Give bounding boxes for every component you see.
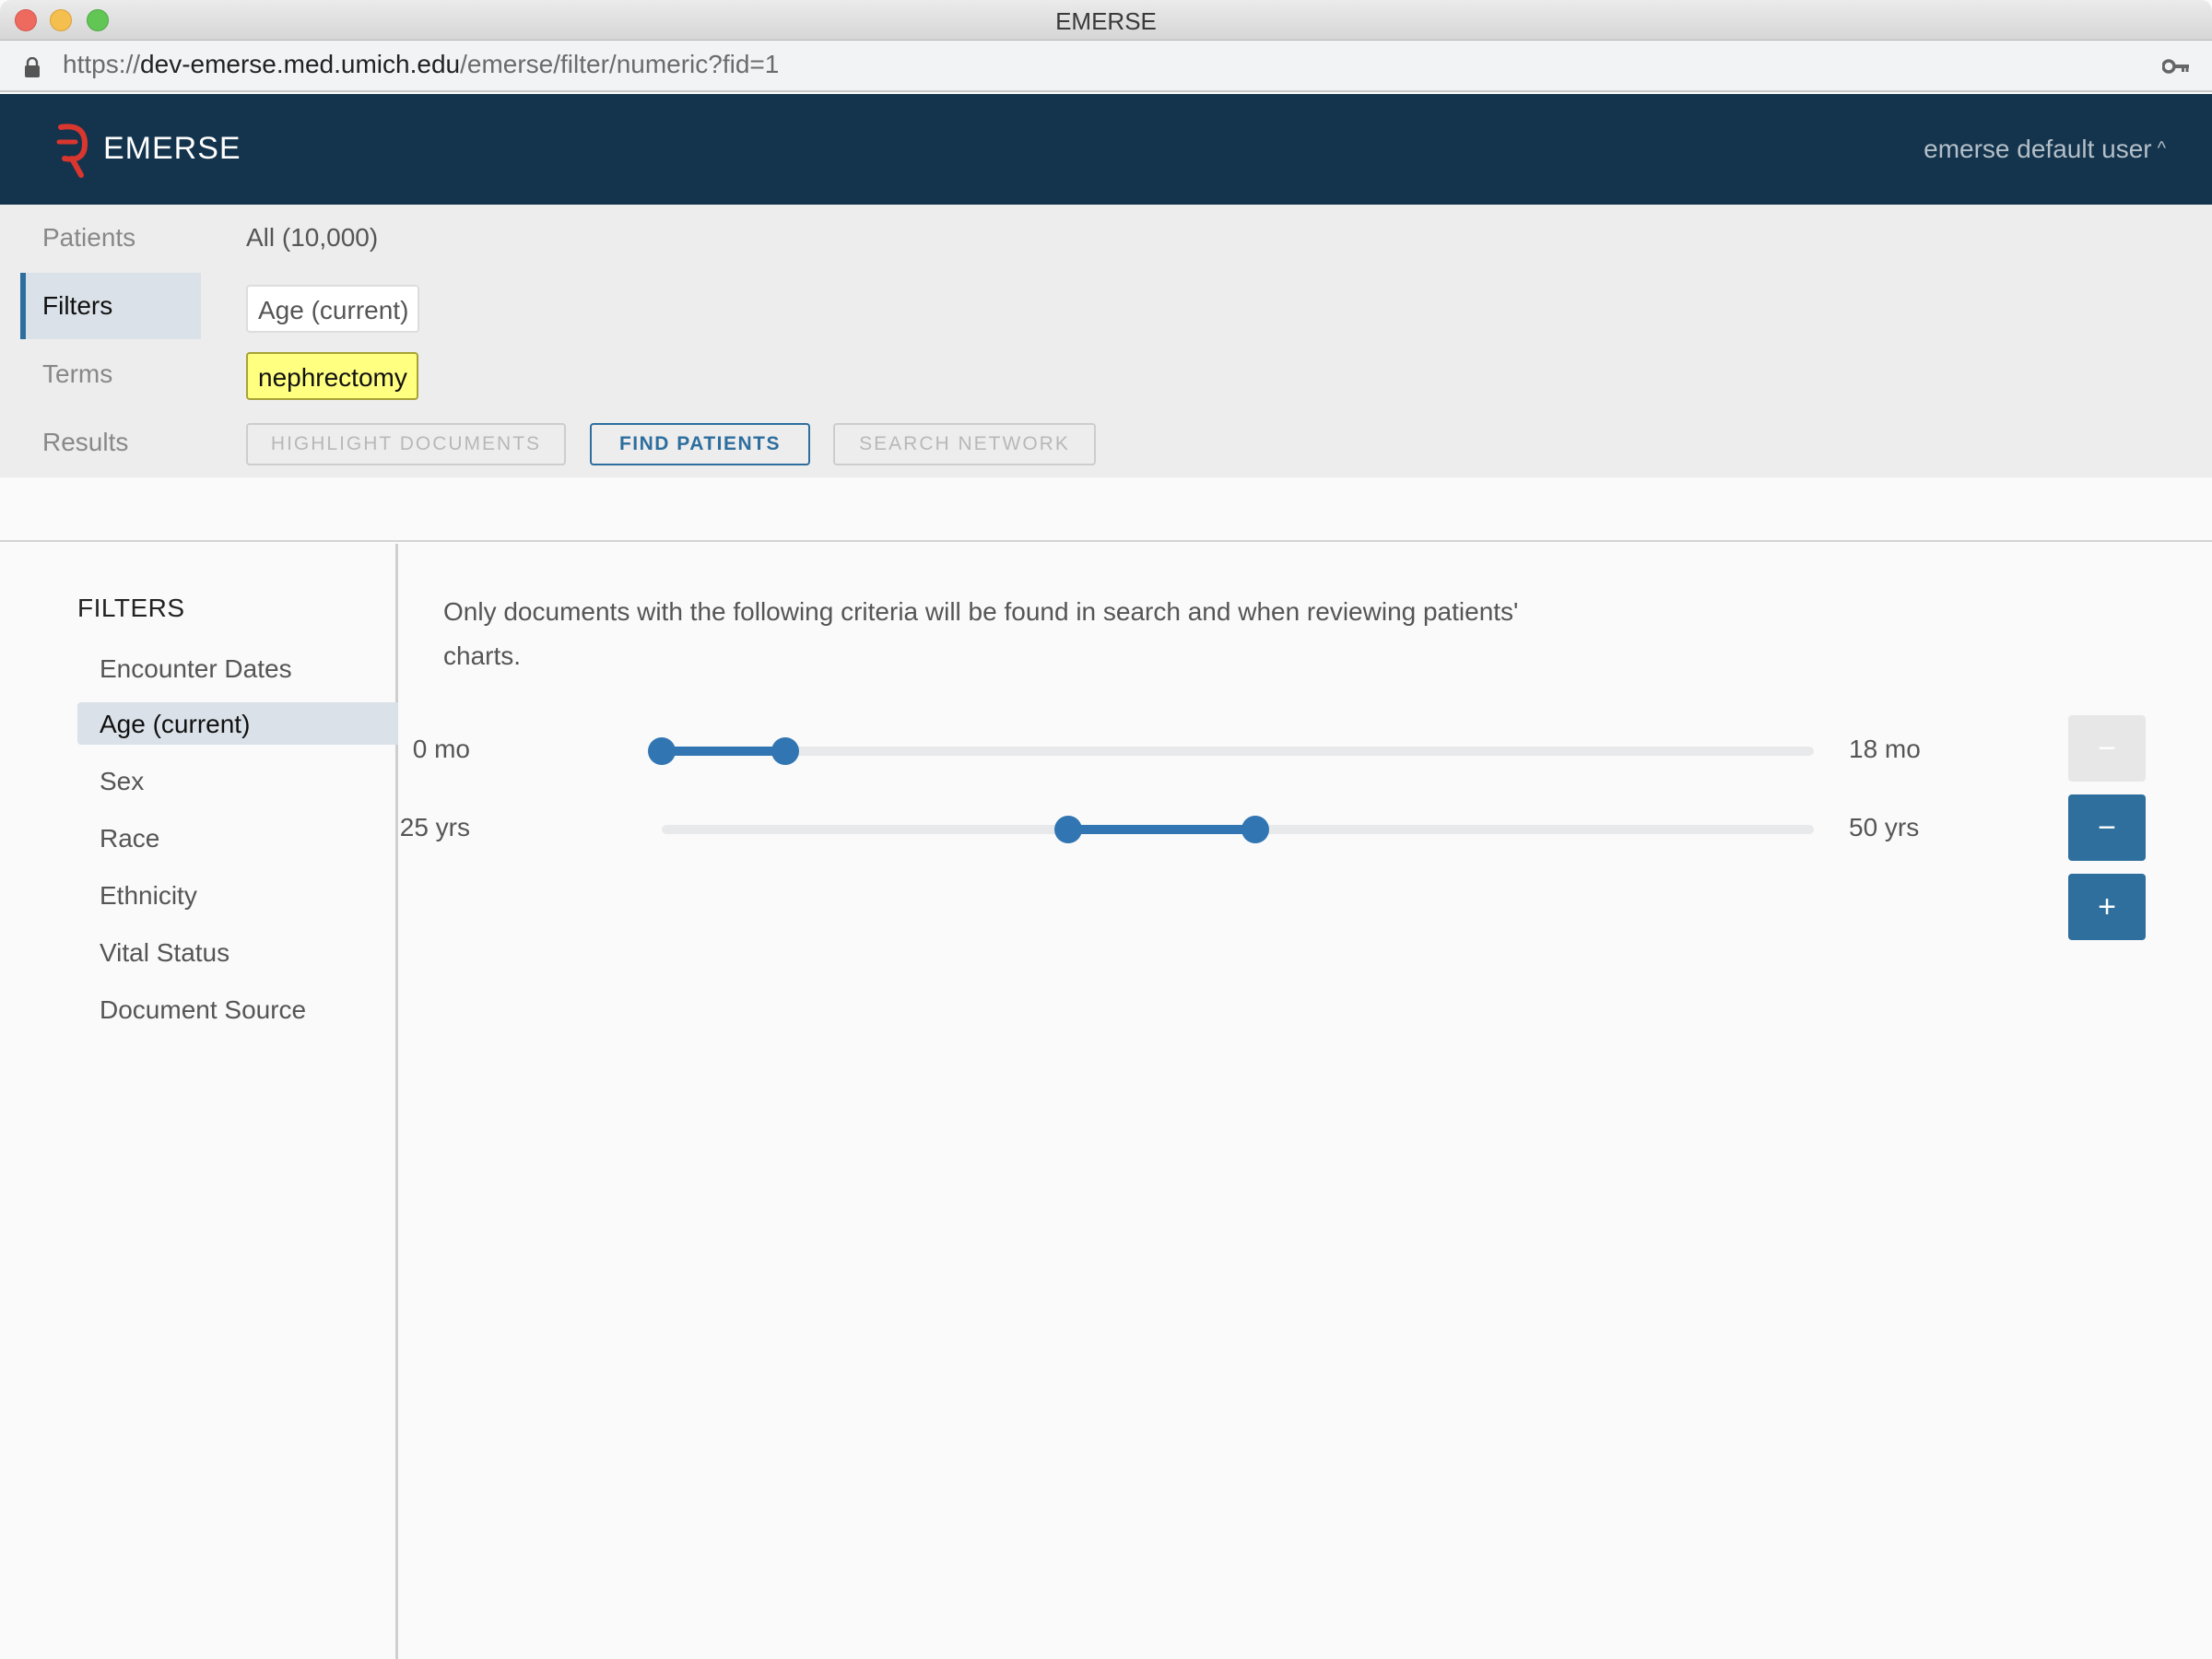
user-name: emerse default user [1924,135,2152,163]
url-text[interactable]: https://dev-emerse.med.umich.edu/emerse/… [63,50,779,79]
window-title: EMERSE [1055,7,1157,35]
highlight-documents-button[interactable]: HIGHLIGHT DOCUMENTS [246,423,566,465]
spacer-band [0,477,2212,542]
sidebar-item-vital-status[interactable]: Vital Status [77,931,398,973]
term-chip[interactable]: nephrectomy [246,352,418,400]
find-patients-button[interactable]: FIND PATIENTS [590,423,810,465]
lock-icon [25,57,40,77]
emerse-logo-icon[interactable] [53,122,94,181]
sidebar-item-sex[interactable]: Sex [77,759,398,802]
window-titlebar: EMERSE [0,0,2212,41]
filter-chip[interactable]: Age (current) [246,285,420,333]
age-range-row: 25 yrs 50 yrs [399,813,2060,850]
url-scheme: https:// [63,50,141,78]
sidebar-heading: FILTERS [77,594,185,622]
summary-label-terms[interactable]: Terms [42,359,112,389]
sidebar-item-document-source[interactable]: Document Source [77,988,398,1030]
summary-label-results[interactable]: Results [42,428,128,457]
key-icon[interactable] [2162,57,2190,76]
filter-editor: Only documents with the following criter… [399,544,2212,1659]
summary-label-patients[interactable]: Patients [42,223,135,253]
range-slider-fill [1068,825,1255,834]
url-path: /emerse/filter/numeric?fid=1 [460,50,780,78]
range-slider-track[interactable] [648,737,1814,765]
filters-sidebar: FILTERS Encounter Dates Age (current) Se… [0,544,398,1659]
remove-range-button[interactable]: − [2068,794,2146,861]
sidebar-item-ethnicity[interactable]: Ethnicity [77,874,398,916]
range-slider-track[interactable] [662,816,1814,843]
sidebar-item-race[interactable]: Race [77,817,398,859]
range-slider-high-handle[interactable] [1241,816,1269,843]
address-bar[interactable]: https://dev-emerse.med.umich.edu/emerse/… [0,41,2212,92]
add-range-button[interactable]: + [2068,874,2146,940]
app-header: EMERSE emerse default user ^ [0,94,2212,205]
search-network-button[interactable]: SEARCH NETWORK [833,423,1096,465]
sidebar-item-encounter-dates[interactable]: Encounter Dates [77,647,398,689]
range-max-label: 50 yrs [1849,813,1920,841]
remove-range-button[interactable]: − [2068,715,2146,782]
brand-name[interactable]: EMERSE [103,131,241,167]
filter-description: Only documents with the following criter… [443,597,1519,670]
summary-label-filters[interactable]: Filters [20,273,201,339]
range-slider-high-handle[interactable] [771,737,799,765]
age-range-row: 0 mo 18 mo [401,735,2060,771]
sidebar-item-age-current[interactable]: Age (current) [77,702,398,745]
range-slider-fill [662,747,785,756]
user-menu[interactable]: emerse default user ^ [1924,135,2166,164]
chevron-up-icon: ^ [2157,138,2166,159]
range-slider-low-handle[interactable] [1054,816,1083,843]
range-min-label: 25 yrs [399,813,470,841]
range-max-label: 18 mo [1849,735,1921,763]
search-summary-panel: Patients All (10,000) Filters Age (curre… [0,205,2212,477]
range-min-label: 0 mo [412,735,470,763]
url-host: dev-emerse.med.umich.edu [140,50,461,78]
patients-value: All (10,000) [246,223,379,252]
range-slider-low-handle[interactable] [648,737,676,765]
